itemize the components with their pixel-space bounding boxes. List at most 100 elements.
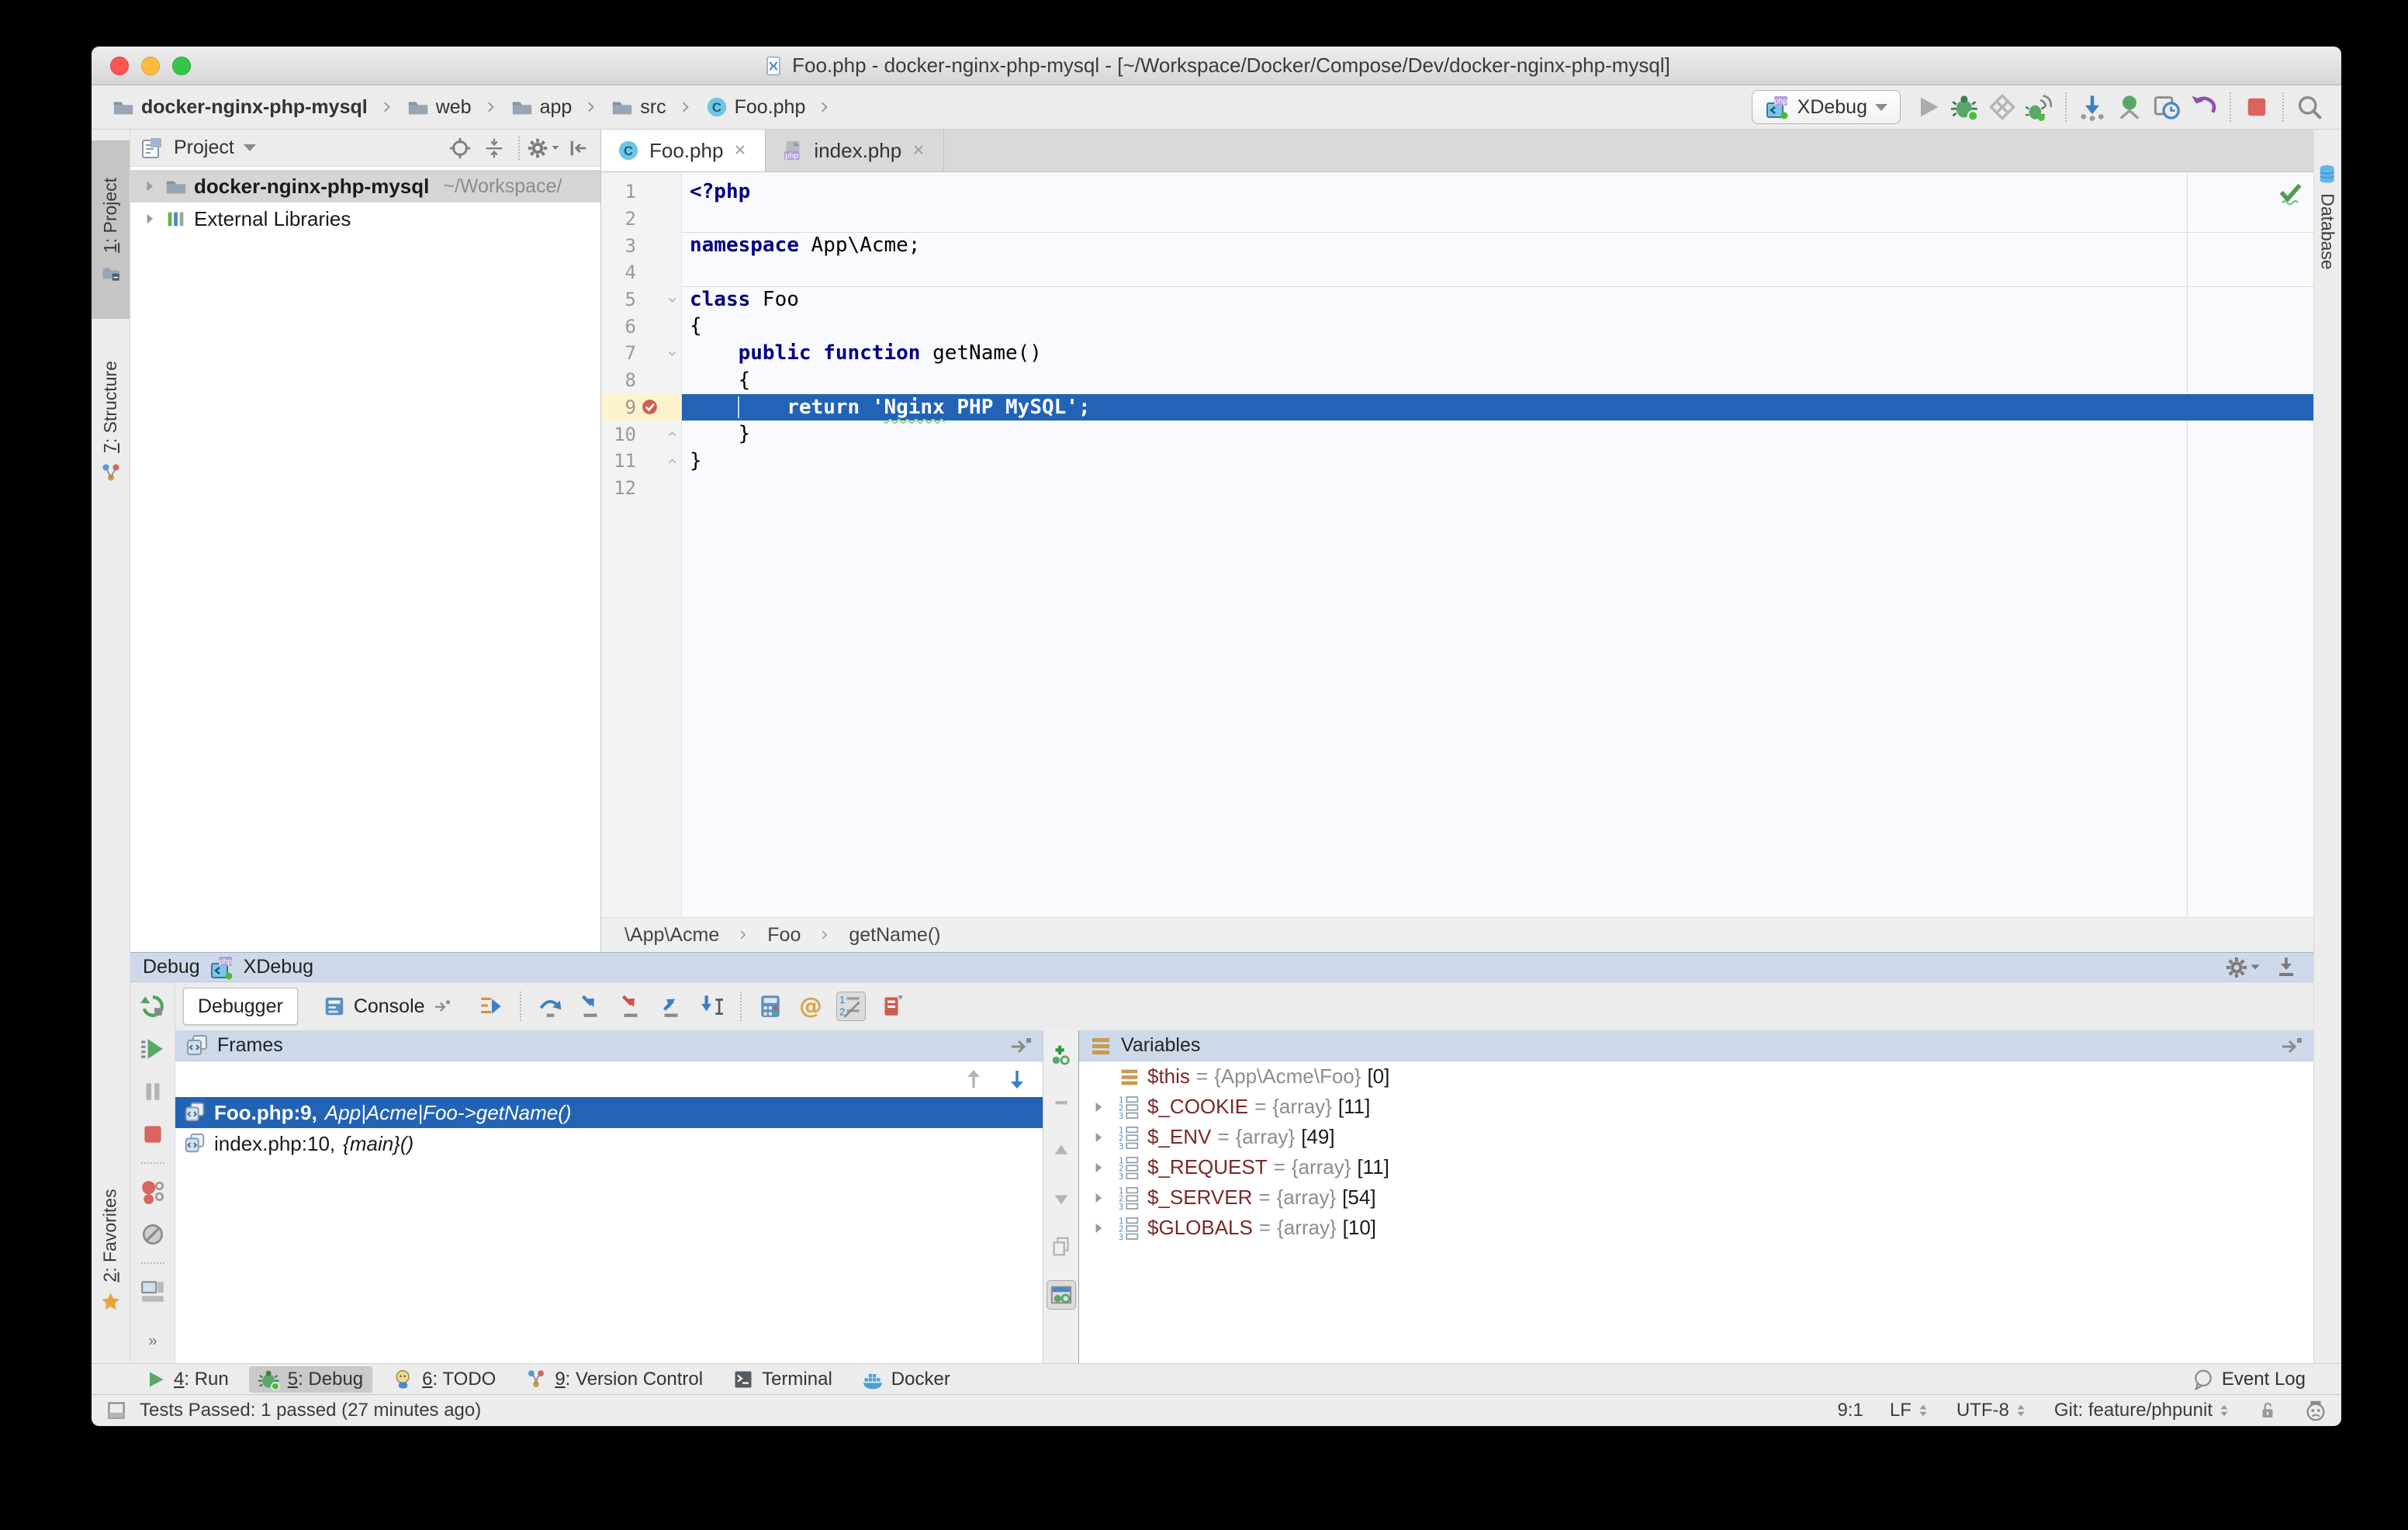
fold-open-icon[interactable] [666, 347, 679, 360]
stripe-button-database[interactable]: Database [2314, 140, 2341, 292]
mute-breakpoints-button[interactable] [138, 1220, 168, 1249]
minimize-window-button[interactable] [141, 57, 160, 75]
code-line-11[interactable]: } [682, 448, 2313, 475]
jump-to-source-icon[interactable] [1009, 1033, 1033, 1058]
code-line-1[interactable]: <?php [682, 178, 2313, 206]
vcs-update-button[interactable] [2078, 92, 2107, 122]
evaluate-expression-button[interactable] [756, 992, 785, 1021]
tree-arrow-icon[interactable] [1090, 1159, 1107, 1176]
tree-row[interactable]: docker-nginx-php-mysql ~/Workspace/ [130, 170, 600, 202]
tool-window-toggle-icon[interactable] [106, 1400, 127, 1421]
close-tab-icon[interactable] [732, 142, 749, 159]
tree-arrow-icon[interactable] [1090, 1099, 1107, 1116]
show-values-inline-button[interactable]: @ [796, 992, 825, 1021]
vcs-commit-button[interactable] [2115, 92, 2144, 122]
toolwindow-button-5-debug[interactable]: 5: Debug [249, 1366, 372, 1393]
tree-arrow-icon[interactable] [141, 210, 158, 227]
status-message[interactable]: Tests Passed: 1 passed (27 minutes ago) [140, 1400, 481, 1421]
gutter-line-6[interactable]: 6 [601, 313, 681, 340]
toolwindow-button-9-version-control[interactable]: 9: Version Control [516, 1366, 712, 1393]
gutter-line-2[interactable]: 2 [601, 206, 681, 233]
gutter-line-10[interactable]: 10 [601, 421, 681, 448]
breadcrumb-item[interactable]: web [403, 94, 475, 120]
variable-row[interactable]: 123 $_COOKIE = {array} [11] [1079, 1092, 2313, 1122]
rollback-button[interactable] [2189, 92, 2219, 122]
editor-breadcrumb-item[interactable]: getName() [849, 924, 940, 947]
restore-layout-button[interactable] [138, 1277, 168, 1307]
remove-watch-button[interactable] [1047, 1088, 1076, 1117]
gutter-line-7[interactable]: 7 [601, 340, 681, 367]
run-to-cursor-button[interactable] [697, 992, 726, 1021]
editor-gutter[interactable]: 1 2 3 4 5 6 7 8 9 [601, 172, 682, 917]
tree-arrow-icon[interactable] [1090, 1129, 1107, 1146]
frame-up-button[interactable] [959, 1064, 988, 1094]
show-exec-point-button[interactable] [476, 992, 506, 1021]
hide-debug-panel-button[interactable] [2271, 953, 2301, 982]
mute-line-breakpoints-button[interactable]: 12 [836, 992, 866, 1021]
gear-button[interactable] [531, 135, 557, 161]
gutter-line-5[interactable]: 5 [601, 286, 681, 313]
collapse-all-button[interactable] [481, 135, 507, 161]
fold-close-icon[interactable] [666, 455, 679, 468]
breadcrumb-item[interactable]: docker-nginx-php-mysql [109, 94, 371, 120]
code-line-6[interactable]: { [682, 313, 2313, 340]
line-ending-select[interactable]: LF [1890, 1400, 1930, 1421]
gutter-line-3[interactable]: 3 [601, 232, 681, 259]
close-window-button[interactable] [110, 57, 129, 75]
code-line-10[interactable]: } [682, 421, 2313, 448]
locate-button[interactable] [447, 135, 473, 161]
tree-arrow-icon[interactable] [1090, 1220, 1107, 1237]
copy-button[interactable] [1047, 1232, 1076, 1262]
encoding-select[interactable]: UTF-8 [1956, 1400, 2028, 1421]
gutter-line-1[interactable]: 1 [601, 178, 681, 206]
breakpoint-settings-button[interactable] [877, 992, 906, 1021]
step-into-button[interactable] [576, 992, 605, 1021]
toolwindow-button-4-run[interactable]: 4: Run [135, 1366, 238, 1393]
step-over-button[interactable] [535, 992, 565, 1021]
editor-breadcrumb-item[interactable]: Foo [767, 924, 801, 947]
stop-button[interactable] [2242, 92, 2271, 122]
toolwindow-button-terminal[interactable]: Terminal [723, 1366, 842, 1393]
frame-row[interactable]: Foo.php:9, App|Acme|Foo->getName() [175, 1097, 1043, 1128]
gutter-line-9[interactable]: 9 [601, 394, 681, 421]
more-buttons-button[interactable]: » [138, 1326, 168, 1355]
move-down-button[interactable] [1047, 1184, 1076, 1213]
code-line-5[interactable]: class Foo [682, 286, 2313, 313]
move-up-button[interactable] [1047, 1136, 1076, 1165]
coverage-button[interactable] [1988, 92, 2017, 122]
fold-open-icon[interactable] [666, 293, 679, 306]
fold-close-icon[interactable] [666, 428, 679, 441]
tree-arrow-icon[interactable] [141, 178, 158, 195]
listen-debug-button[interactable] [2025, 92, 2054, 122]
vcs-history-button[interactable] [2152, 92, 2181, 122]
run-configuration-select[interactable]: php XDebug [1752, 90, 1901, 124]
tree-row[interactable]: External Libraries [130, 202, 600, 235]
gutter-line-8[interactable]: 8 [601, 367, 681, 394]
resume-button[interactable] [138, 1034, 168, 1064]
debug-tab-debugger[interactable]: Debugger [183, 988, 298, 1025]
stop-button[interactable] [138, 1120, 168, 1149]
view-breakpoints-button[interactable] [138, 1177, 168, 1206]
breakpoint-icon[interactable] [640, 397, 659, 417]
editor-main[interactable]: 1 2 3 4 5 6 7 8 9 [601, 172, 2313, 917]
close-tab-icon[interactable] [911, 142, 928, 159]
editor-breadcrumb-item[interactable]: \App\Acme [624, 924, 719, 947]
code-line-7[interactable]: public function getName() [682, 340, 2313, 367]
variable-row[interactable]: 123 $_ENV = {array} [49] [1079, 1122, 2313, 1152]
hide-left-button[interactable] [565, 135, 591, 161]
code-editor[interactable]: <?php namespace App\Acme; class Foo{ publi… [682, 172, 2313, 917]
variable-row[interactable]: 123 $GLOBALS = {array} [10] [1079, 1213, 2313, 1243]
toolwindow-button-docker[interactable]: Docker [853, 1366, 960, 1393]
force-step-into-button[interactable] [616, 992, 645, 1021]
breadcrumb-item[interactable]: app [507, 94, 576, 120]
code-line-9[interactable]: return 'Nginx PHP MySQL'; [682, 394, 2313, 421]
stripe-button-1-project[interactable]: 1: Project [92, 140, 130, 319]
caret-position[interactable]: 9:1 [1837, 1400, 1863, 1421]
code-line-3[interactable]: namespace App\Acme; [682, 232, 2313, 259]
frame-down-button[interactable] [1002, 1064, 1032, 1094]
project-panel-title[interactable]: Project [140, 136, 256, 161]
gutter-line-11[interactable]: 11 [601, 448, 681, 475]
editor-tab-index.php[interactable]: phpindex.php [766, 130, 944, 171]
tree-arrow-icon[interactable] [1090, 1189, 1107, 1206]
code-line-12[interactable] [682, 475, 2313, 502]
